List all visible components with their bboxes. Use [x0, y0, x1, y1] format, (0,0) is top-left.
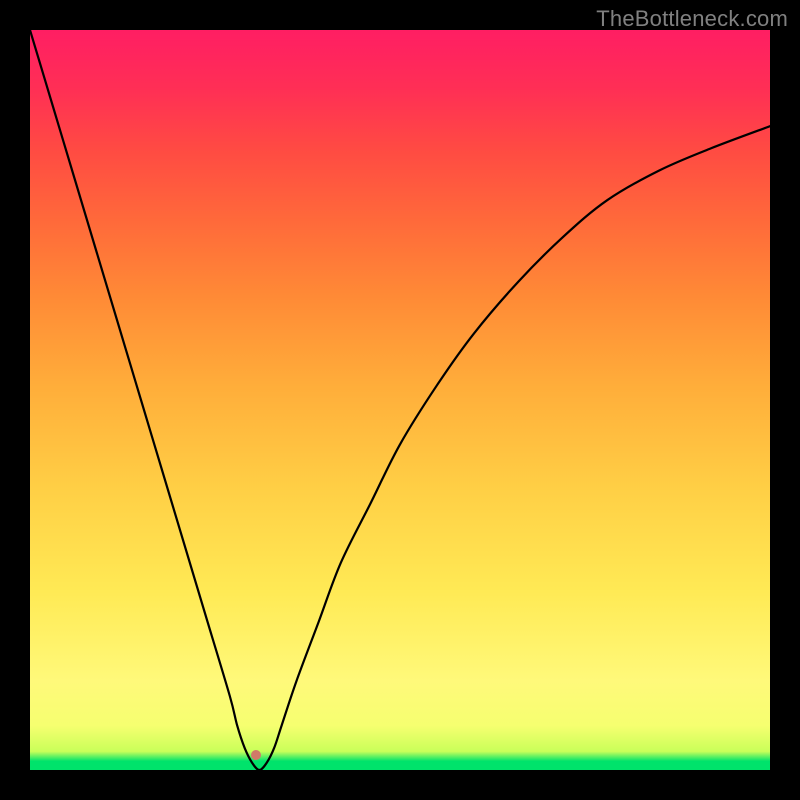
plot-area [30, 30, 770, 770]
watermark-text: TheBottleneck.com [596, 6, 788, 32]
bottleneck-curve-path [30, 30, 770, 770]
minimum-marker-dot [251, 750, 261, 760]
bottleneck-curve-svg [30, 30, 770, 770]
chart-container: TheBottleneck.com [0, 0, 800, 800]
